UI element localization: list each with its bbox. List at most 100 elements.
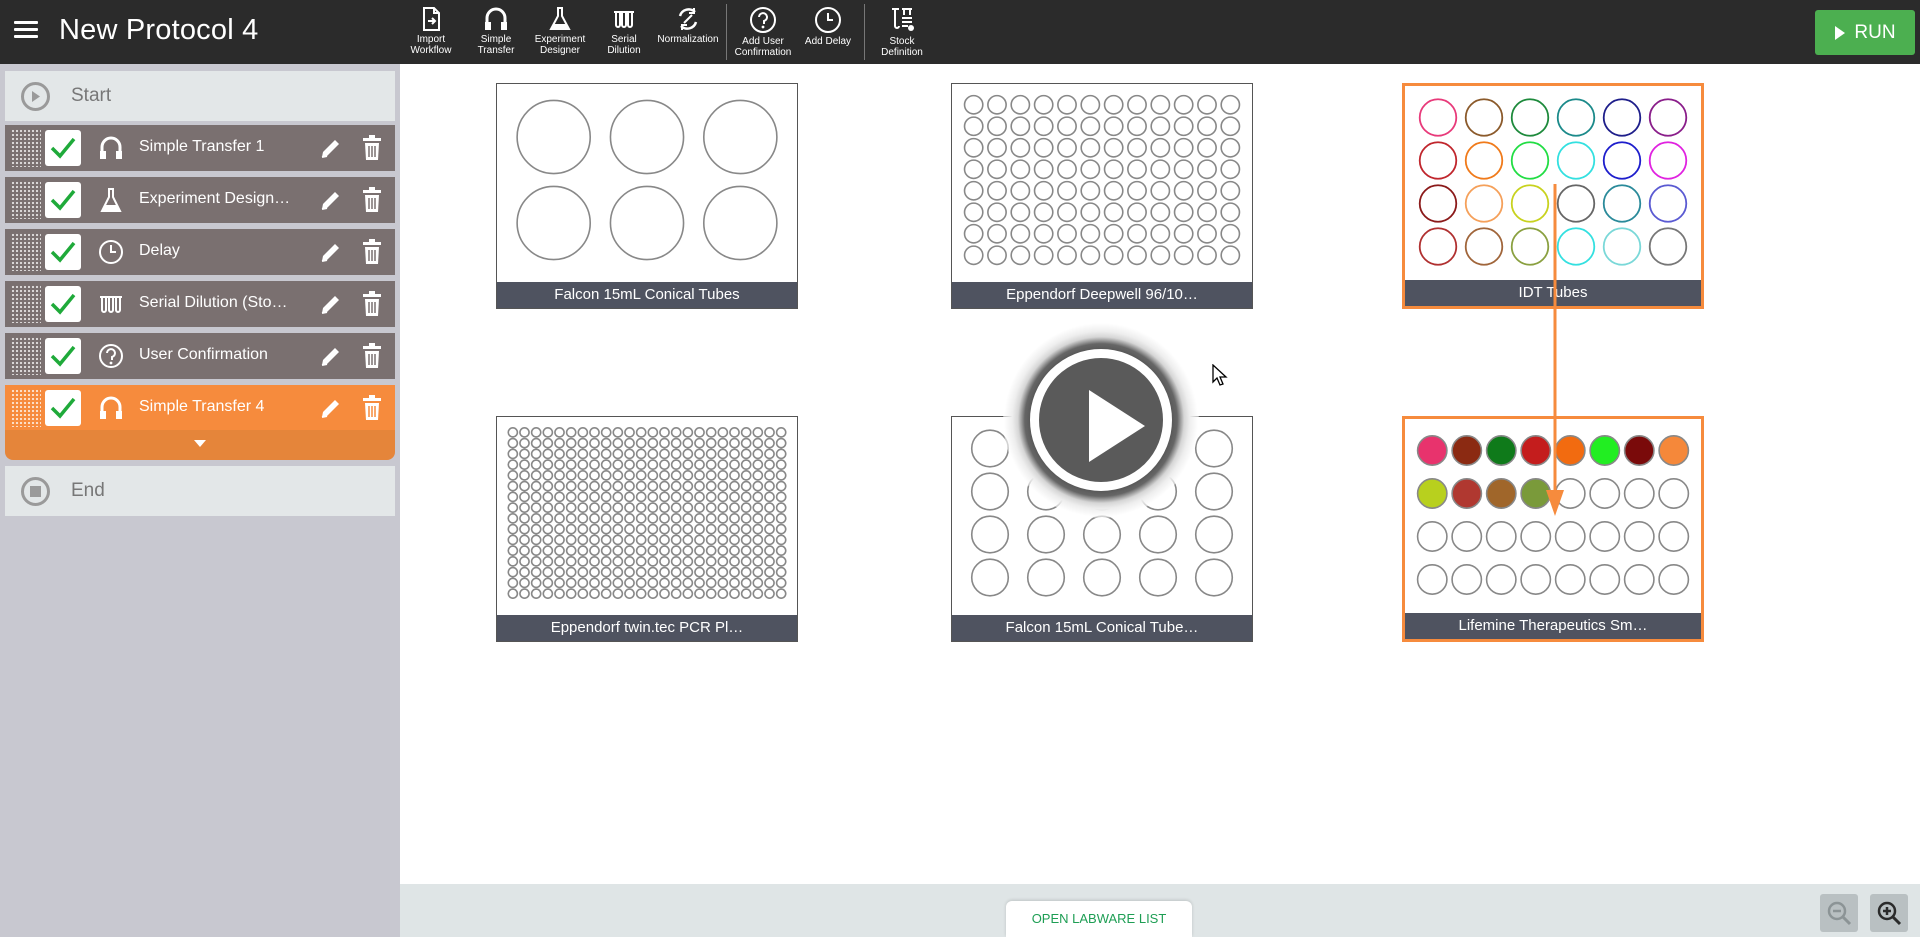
well[interactable] xyxy=(1127,137,1147,158)
well[interactable] xyxy=(624,588,635,599)
well[interactable] xyxy=(702,99,778,175)
well[interactable] xyxy=(1416,478,1448,509)
well[interactable] xyxy=(589,577,600,589)
well[interactable] xyxy=(1173,202,1194,223)
well[interactable] xyxy=(1554,564,1586,595)
well[interactable] xyxy=(729,577,740,589)
well[interactable] xyxy=(764,534,775,546)
well[interactable] xyxy=(530,491,542,503)
well[interactable] xyxy=(1150,245,1171,266)
well[interactable] xyxy=(1623,521,1655,552)
well[interactable] xyxy=(1418,184,1458,223)
well[interactable] xyxy=(635,545,647,556)
well[interactable] xyxy=(764,556,775,567)
well[interactable] xyxy=(1150,137,1171,158)
well[interactable] xyxy=(530,556,542,567)
well[interactable] xyxy=(752,470,764,481)
well[interactable] xyxy=(1150,223,1171,244)
well[interactable] xyxy=(507,513,519,524)
well[interactable] xyxy=(1418,141,1458,180)
well[interactable] xyxy=(635,470,647,481)
well[interactable] xyxy=(1026,558,1066,597)
well[interactable] xyxy=(530,459,542,470)
delete-trash-icon[interactable] xyxy=(361,187,383,213)
well[interactable] xyxy=(554,523,565,535)
well[interactable] xyxy=(1464,184,1504,223)
well[interactable] xyxy=(519,427,530,438)
well[interactable] xyxy=(659,523,670,535)
well[interactable] xyxy=(729,566,740,578)
step-checkbox[interactable] xyxy=(45,338,81,374)
well[interactable] xyxy=(554,470,565,481)
well[interactable] xyxy=(577,545,589,556)
well[interactable] xyxy=(775,566,787,578)
well[interactable] xyxy=(1451,435,1483,466)
well[interactable] xyxy=(717,566,729,578)
well[interactable] xyxy=(507,588,519,599)
well[interactable] xyxy=(1416,521,1448,552)
well[interactable] xyxy=(1648,141,1688,180)
well[interactable] xyxy=(764,480,775,492)
well[interactable] xyxy=(589,437,600,449)
well[interactable] xyxy=(600,566,612,578)
well[interactable] xyxy=(1451,478,1483,509)
well[interactable] xyxy=(1103,202,1124,223)
well[interactable] xyxy=(624,534,635,546)
well[interactable] xyxy=(729,502,740,513)
well[interactable] xyxy=(612,448,624,460)
well[interactable] xyxy=(694,534,705,546)
well[interactable] xyxy=(659,427,670,438)
well[interactable] xyxy=(659,470,670,481)
well[interactable] xyxy=(682,577,694,589)
well[interactable] xyxy=(682,470,694,481)
well[interactable] xyxy=(647,437,659,449)
well[interactable] xyxy=(694,470,705,481)
well[interactable] xyxy=(1510,184,1550,223)
well[interactable] xyxy=(624,577,635,589)
step-checkbox[interactable] xyxy=(45,182,81,218)
well[interactable] xyxy=(1556,98,1596,137)
well[interactable] xyxy=(963,202,984,223)
well[interactable] xyxy=(530,502,542,513)
well[interactable] xyxy=(1080,223,1101,244)
well[interactable] xyxy=(659,459,670,470)
delete-trash-icon[interactable] xyxy=(361,291,383,317)
well[interactable] xyxy=(729,470,740,481)
labware-card[interactable]: Lifemine Therapeutics Sm… xyxy=(1402,416,1704,642)
well[interactable] xyxy=(542,566,554,578)
well[interactable] xyxy=(705,566,717,578)
well[interactable] xyxy=(670,470,682,481)
well[interactable] xyxy=(764,577,775,589)
well[interactable] xyxy=(659,534,670,546)
well[interactable] xyxy=(1194,558,1234,597)
well[interactable] xyxy=(1510,98,1550,137)
well[interactable] xyxy=(1033,137,1054,158)
zoom-out-button[interactable] xyxy=(1820,894,1858,932)
well[interactable] xyxy=(729,491,740,503)
well[interactable] xyxy=(1173,116,1194,137)
well[interactable] xyxy=(624,480,635,492)
well[interactable] xyxy=(1150,116,1171,137)
well[interactable] xyxy=(729,534,740,546)
well[interactable] xyxy=(565,480,577,492)
well[interactable] xyxy=(1080,245,1101,266)
well[interactable] xyxy=(740,459,752,470)
well[interactable] xyxy=(507,437,519,449)
well[interactable] xyxy=(519,470,530,481)
well[interactable] xyxy=(694,480,705,492)
well[interactable] xyxy=(705,448,717,460)
well[interactable] xyxy=(740,588,752,599)
well[interactable] xyxy=(577,448,589,460)
well[interactable] xyxy=(775,556,787,567)
well[interactable] xyxy=(752,459,764,470)
delete-trash-icon[interactable] xyxy=(361,135,383,161)
well[interactable] xyxy=(554,459,565,470)
well[interactable] xyxy=(705,588,717,599)
well[interactable] xyxy=(635,502,647,513)
well[interactable] xyxy=(775,577,787,589)
well[interactable] xyxy=(694,437,705,449)
well[interactable] xyxy=(1103,137,1124,158)
well[interactable] xyxy=(717,427,729,438)
well[interactable] xyxy=(519,566,530,578)
well[interactable] xyxy=(717,502,729,513)
